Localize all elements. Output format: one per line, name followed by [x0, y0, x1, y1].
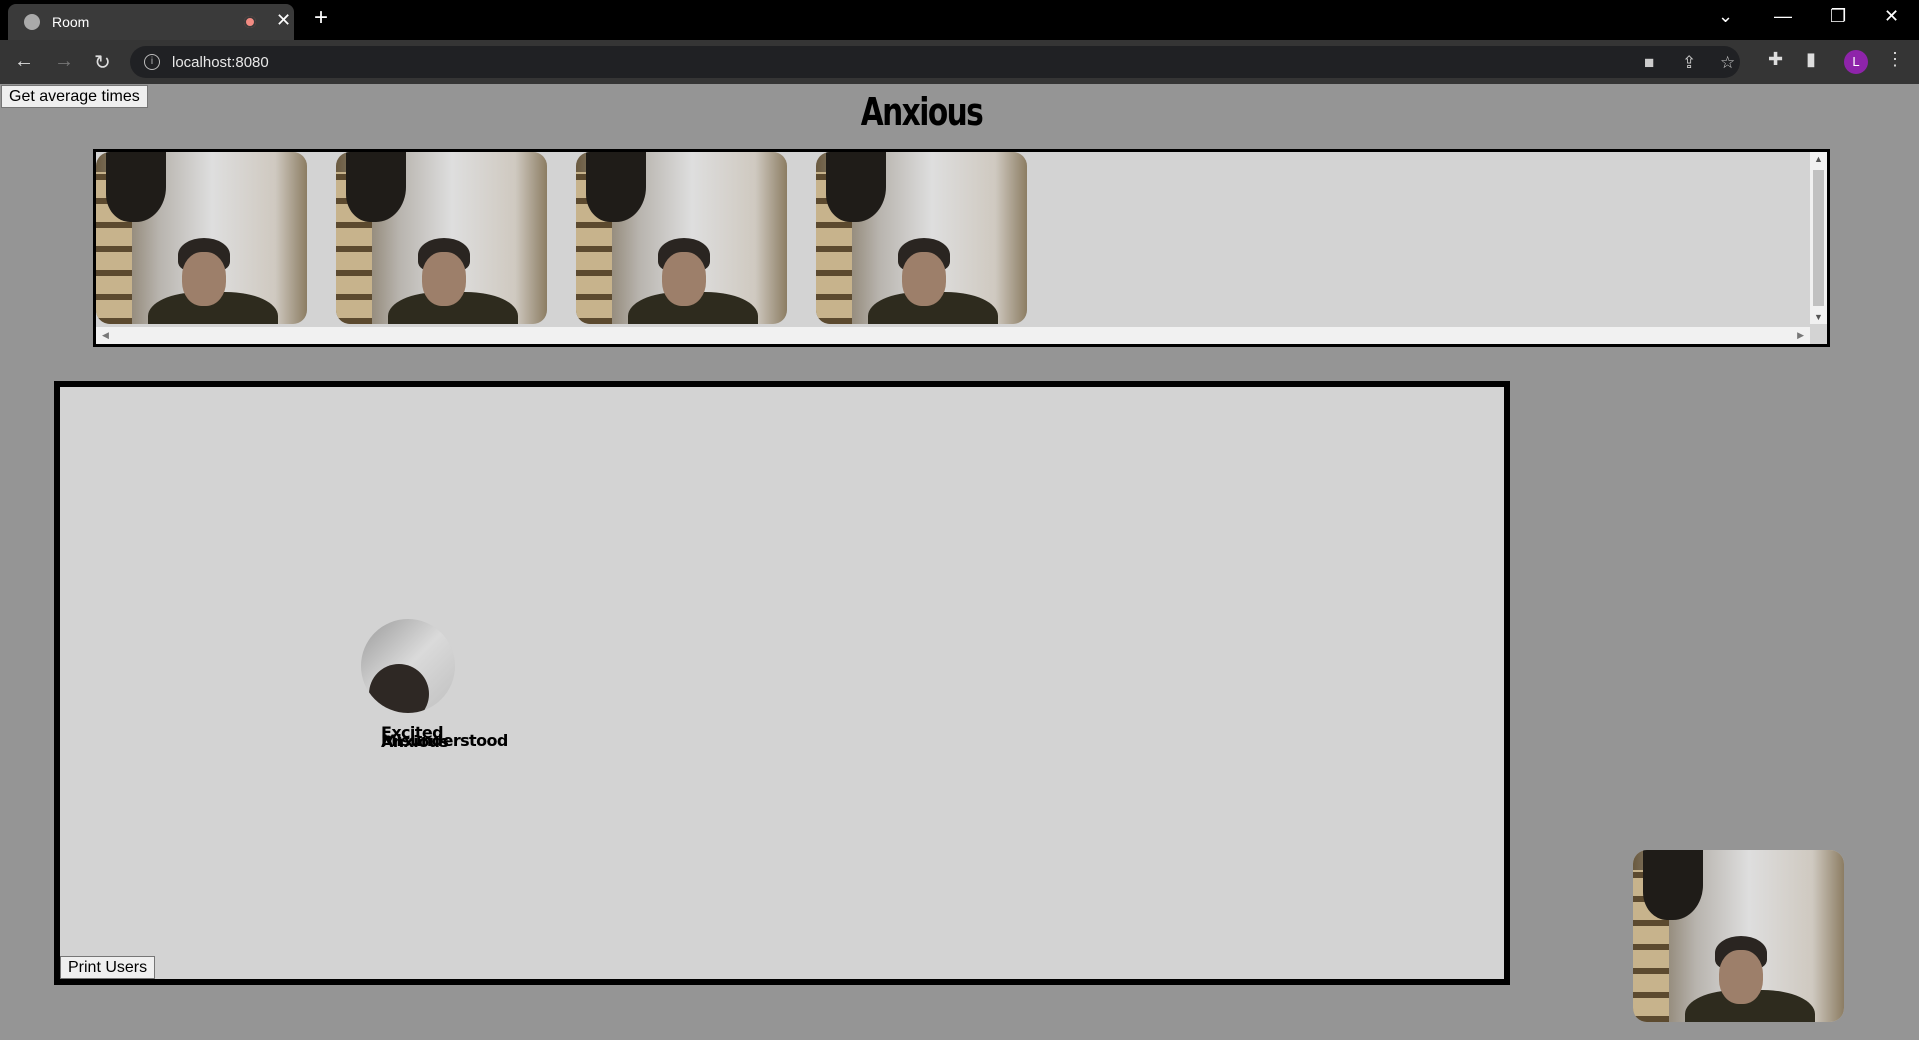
globe-icon [24, 14, 40, 30]
share-icon[interactable]: ⇪ [1682, 53, 1696, 73]
minimize-icon[interactable]: — [1774, 6, 1792, 27]
self-video-feed [1633, 850, 1844, 1022]
print-users-button[interactable]: Print Users [60, 956, 156, 979]
close-tab-icon[interactable]: ✕ [276, 10, 291, 31]
tab-title: Room [52, 14, 90, 30]
scroll-left-icon[interactable]: ◀ [102, 330, 109, 341]
camera-icon[interactable]: ■ [1644, 53, 1654, 73]
tab-search-icon[interactable]: ⌄ [1718, 6, 1733, 27]
horizontal-scrollbar[interactable]: ◀ ▶ [96, 327, 1810, 344]
side-panel-icon[interactable]: ▮ [1806, 49, 1816, 70]
back-icon[interactable]: ← [14, 50, 34, 73]
extensions-icon[interactable]: ✚ [1768, 49, 1783, 70]
video-feed [336, 152, 547, 324]
forward-icon[interactable]: → [54, 50, 74, 73]
browser-tab[interactable]: Room ✕ [8, 4, 294, 40]
window-close-icon[interactable]: ✕ [1884, 6, 1899, 27]
new-tab-icon[interactable]: + [314, 4, 328, 32]
user-avatar[interactable] [361, 619, 455, 713]
get-average-times-button[interactable]: Get average times [1, 85, 148, 108]
vertical-scrollbar[interactable]: ▲ ▼ [1810, 152, 1827, 324]
video-feed [96, 152, 307, 324]
recording-icon [244, 16, 256, 28]
current-mood-heading: Anxious [860, 90, 984, 134]
site-info-icon[interactable]: i [144, 54, 160, 70]
tab-bar: Room ✕ + ⌄ — ❐ ✕ [0, 0, 1919, 40]
emotion-label: Misunderstood [381, 731, 508, 750]
bookmark-star-icon[interactable]: ☆ [1720, 53, 1735, 73]
scroll-right-icon[interactable]: ▶ [1797, 330, 1804, 341]
scroll-down-icon[interactable]: ▼ [1814, 312, 1823, 322]
video-feed [816, 152, 1027, 324]
scrollbar-thumb[interactable] [1813, 170, 1824, 306]
restore-icon[interactable]: ❐ [1830, 6, 1846, 27]
video-strip[interactable]: ▲ ▼ ◀ ▶ [93, 149, 1830, 347]
browser-toolbar: ← → ↻ i localhost:8080 ■ ⇪ ☆ ✚ ▮ L ⋮ [0, 40, 1919, 84]
room-area[interactable]: Excited Anxious Misunderstood Print User… [54, 381, 1510, 985]
video-feed [576, 152, 787, 324]
reload-icon[interactable]: ↻ [94, 50, 111, 75]
menu-icon[interactable]: ⋮ [1886, 49, 1904, 70]
profile-avatar[interactable]: L [1844, 50, 1868, 74]
scroll-up-icon[interactable]: ▲ [1814, 154, 1823, 164]
url-text[interactable]: localhost:8080 [172, 54, 269, 71]
address-bar[interactable]: i localhost:8080 ■ ⇪ ☆ [130, 46, 1740, 78]
page-content: Get average times Anxious ▲ ▼ ◀ ▶ Excite… [0, 84, 1919, 1040]
